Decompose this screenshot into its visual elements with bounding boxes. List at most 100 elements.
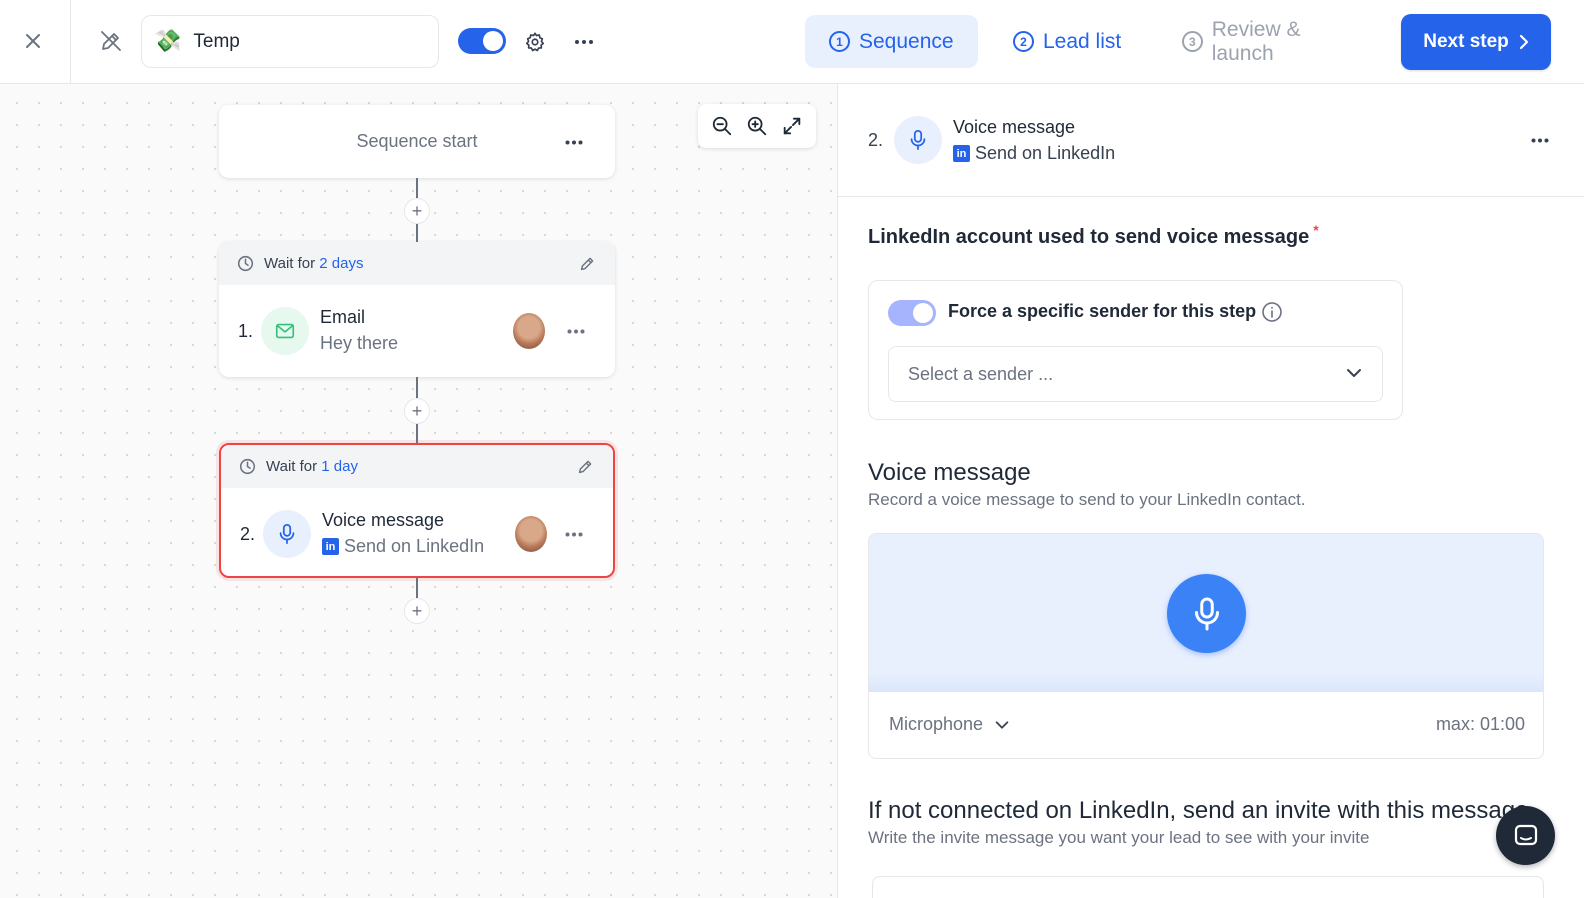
gear-icon bbox=[525, 32, 545, 52]
force-sender-toggle[interactable] bbox=[888, 300, 936, 326]
email-step-icon-wrapper bbox=[261, 307, 309, 355]
linkedin-account-label-text: LinkedIn account used to send voice mess… bbox=[868, 226, 1310, 248]
tab-sequence-label: Sequence bbox=[859, 29, 954, 53]
top-bar-divider bbox=[70, 0, 71, 84]
delay-label: Wait for 2 days bbox=[264, 255, 364, 272]
sender-avatar bbox=[513, 313, 545, 349]
zoom-toolbar bbox=[698, 104, 816, 148]
tab-lead-list[interactable]: 2 Lead list bbox=[989, 15, 1149, 68]
more-options-button[interactable] bbox=[568, 27, 600, 57]
tab-review-launch-number: 3 bbox=[1182, 31, 1203, 52]
info-icon bbox=[1262, 302, 1282, 322]
panel-header: 2. Voice message in Send on LinkedIn bbox=[838, 84, 1584, 197]
step-subtitle: Hey there bbox=[320, 333, 399, 353]
voice-message-heading: Voice message bbox=[868, 459, 1031, 486]
step-title: Email bbox=[320, 307, 366, 327]
invite-message-description: Write the invite message you want your l… bbox=[868, 828, 1370, 847]
campaign-name-field[interactable]: 💸 Temp bbox=[141, 15, 439, 68]
zoom-in-button[interactable] bbox=[742, 111, 772, 141]
add-step-button[interactable]: + bbox=[404, 598, 430, 624]
edit-delay-button[interactable] bbox=[573, 454, 597, 478]
microphone-select-label: Microphone bbox=[889, 714, 984, 734]
add-step-button[interactable]: + bbox=[404, 198, 430, 224]
step-card-email[interactable]: Wait for 2 days 1. Email Hey there bbox=[219, 242, 615, 377]
info-tooltip-trigger[interactable] bbox=[1260, 300, 1284, 324]
panel-step-subtitle-row: in Send on LinkedIn bbox=[953, 143, 1115, 164]
record-button[interactable] bbox=[1167, 574, 1246, 653]
rename-button[interactable] bbox=[96, 26, 126, 56]
linkedin-icon: in bbox=[322, 538, 339, 555]
step-index: 1. bbox=[238, 320, 254, 341]
sequence-canvas[interactable]: Sequence start + Wait for 2 days 1. Emai… bbox=[0, 84, 837, 898]
linkedin-icon: in bbox=[953, 145, 970, 162]
next-step-label: Next step bbox=[1423, 31, 1509, 52]
more-dots-icon bbox=[575, 40, 593, 44]
panel-step-subtitle: Send on LinkedIn bbox=[975, 143, 1116, 163]
microphone-icon bbox=[279, 523, 295, 545]
chevron-down-icon bbox=[1347, 369, 1361, 377]
microphone-select[interactable]: Microphone bbox=[889, 714, 1011, 735]
pencil-icon bbox=[580, 257, 593, 270]
sender-avatar bbox=[515, 516, 547, 552]
step-detail-panel: 2. Voice message in Send on LinkedIn Lin… bbox=[837, 84, 1584, 898]
expand-icon bbox=[784, 117, 801, 135]
chevron-down-icon bbox=[995, 720, 1009, 729]
voice-step-icon-wrapper bbox=[263, 510, 311, 558]
step-subtitle: Send on LinkedIn bbox=[344, 536, 485, 556]
sequence-start-label: Sequence start bbox=[356, 131, 478, 151]
more-dots-icon bbox=[565, 532, 583, 536]
invite-message-input[interactable] bbox=[872, 876, 1544, 898]
chat-icon bbox=[1514, 824, 1537, 845]
sequence-start-card[interactable]: Sequence start bbox=[219, 105, 615, 178]
zoom-out-icon bbox=[712, 116, 731, 136]
sequence-start-menu-button[interactable] bbox=[559, 127, 589, 157]
delay-value: 2 days bbox=[319, 255, 364, 272]
delay-label: Wait for 1 day bbox=[266, 458, 358, 475]
zoom-out-button[interactable] bbox=[707, 111, 737, 141]
delay-prefix: Wait for bbox=[266, 458, 318, 475]
support-chat-button[interactable] bbox=[1496, 806, 1555, 865]
add-step-button[interactable]: + bbox=[404, 398, 430, 424]
max-duration: max: 01:00 bbox=[1435, 714, 1525, 734]
next-step-button[interactable]: Next step bbox=[1401, 14, 1551, 70]
step-card-voice-message[interactable]: Wait for 1 day 2. Voice message in Send … bbox=[219, 443, 615, 578]
panel-step-index: 2. bbox=[868, 130, 884, 150]
delay-value: 1 day bbox=[321, 458, 358, 475]
top-bar: 💸 Temp 1 Sequence 2 Lead list 3 Review &… bbox=[0, 0, 1584, 84]
voice-message-description: Record a voice message to send to your L… bbox=[868, 490, 1306, 509]
campaign-name: Temp bbox=[193, 30, 240, 52]
step-body: 1. Email Hey there bbox=[219, 285, 615, 377]
microphone-icon bbox=[1194, 597, 1219, 630]
step-subtitle-row: in Send on LinkedIn bbox=[322, 536, 484, 557]
close-button[interactable] bbox=[18, 26, 48, 56]
step-delay: Wait for 1 day bbox=[221, 445, 613, 488]
force-sender-label: Force a specific sender for this step bbox=[948, 301, 1257, 321]
invite-message-heading: If not connected on LinkedIn, send an in… bbox=[868, 797, 1529, 824]
recorder-area bbox=[869, 534, 1543, 692]
clock-icon bbox=[239, 458, 256, 475]
step-delay: Wait for 2 days bbox=[219, 242, 615, 285]
linkedin-account-label: LinkedIn account used to send voice mess… bbox=[868, 222, 1319, 249]
sender-select[interactable]: Select a sender ... bbox=[888, 346, 1383, 402]
mail-icon bbox=[275, 323, 295, 339]
tab-review-launch-label: Review & launch bbox=[1211, 17, 1301, 65]
step-menu-button[interactable] bbox=[559, 519, 589, 549]
tab-review-launch[interactable]: 3 Review & launch bbox=[1158, 15, 1390, 68]
money-icon: 💸 bbox=[154, 29, 182, 54]
settings-button[interactable] bbox=[520, 27, 550, 57]
connector-line bbox=[416, 578, 418, 598]
more-dots-icon bbox=[565, 140, 583, 144]
panel-menu-button[interactable] bbox=[1525, 125, 1555, 155]
tab-sequence[interactable]: 1 Sequence bbox=[805, 15, 978, 68]
pencil-slash-icon bbox=[101, 31, 121, 51]
fit-view-button[interactable] bbox=[777, 111, 807, 141]
step-menu-button[interactable] bbox=[561, 316, 591, 346]
zoom-in-icon bbox=[747, 116, 767, 136]
delay-prefix: Wait for bbox=[264, 255, 316, 272]
tab-lead-list-number: 2 bbox=[1013, 31, 1034, 52]
campaign-active-toggle[interactable] bbox=[458, 28, 506, 54]
step-index: 2. bbox=[240, 523, 256, 544]
edit-delay-button[interactable] bbox=[575, 251, 599, 275]
required-mark: * bbox=[1313, 222, 1319, 238]
more-dots-icon bbox=[567, 329, 585, 333]
